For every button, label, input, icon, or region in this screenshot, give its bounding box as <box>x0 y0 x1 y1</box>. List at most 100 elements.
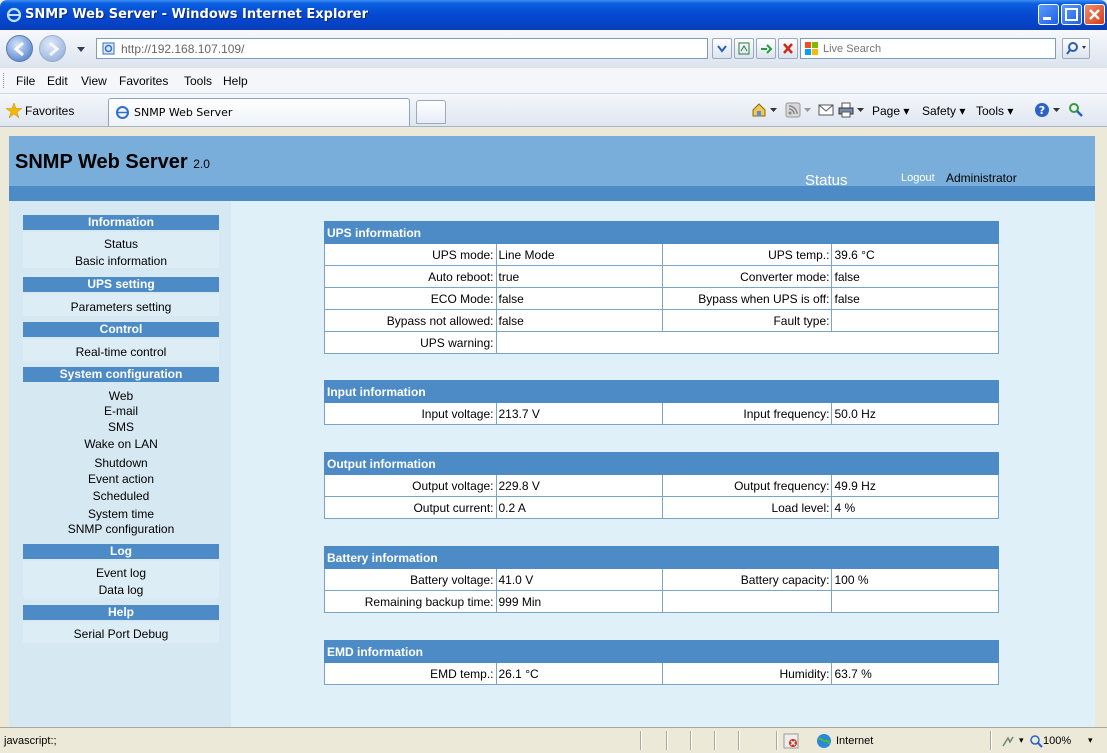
zoom-level[interactable]: 100% <box>1043 735 1071 747</box>
new-tab-button[interactable] <box>416 100 446 124</box>
address-field[interactable]: http://192.168.107.109/ <box>96 38 708 59</box>
help-icon[interactable]: ? <box>1034 102 1050 118</box>
menu-help[interactable]: Help <box>223 74 248 88</box>
emd-information-title: EMD information <box>324 640 999 663</box>
live-search-box[interactable] <box>800 38 1056 59</box>
search-icon <box>1066 42 1086 55</box>
print-dropdown-icon[interactable] <box>857 108 864 113</box>
eco-mode-value: false <box>495 287 663 310</box>
ups-temp-value: 39.6 °C <box>831 243 999 266</box>
research-icon[interactable] <box>1068 102 1084 118</box>
ups-warning-label: UPS warning: <box>324 331 497 354</box>
security-zone[interactable]: Internet <box>836 735 873 747</box>
history-dropdown-icon[interactable] <box>76 46 86 54</box>
tab-snmp-web-server[interactable]: SNMP Web Server <box>108 98 410 126</box>
compatibility-view-button[interactable] <box>734 38 754 59</box>
sidebar-item-wake-on-lan[interactable]: Wake on LAN <box>23 437 219 451</box>
print-icon[interactable] <box>838 102 854 118</box>
help-dropdown-icon[interactable] <box>1053 108 1060 113</box>
input-frequency-label: Input frequency: <box>661 402 833 425</box>
protected-mode-icon[interactable] <box>783 733 799 749</box>
emd-temp-value: 26.1 °C <box>495 662 663 685</box>
battery-capacity-label: Battery capacity: <box>661 568 833 591</box>
logout-link[interactable]: Logout <box>901 172 935 184</box>
menu-tools[interactable]: Tools <box>184 74 212 88</box>
bypass-when-off-value: false <box>831 287 999 310</box>
menu-file[interactable]: File <box>16 74 35 88</box>
chevron-down-icon <box>717 45 727 53</box>
close-button[interactable] <box>1084 4 1105 25</box>
url-text[interactable]: http://192.168.107.109/ <box>121 42 244 56</box>
sidebar-item-system-time[interactable]: System time <box>23 507 219 521</box>
input-information-title: Input information <box>324 380 999 403</box>
table-row: Input voltage: 213.7 V Input frequency: … <box>324 402 999 425</box>
sidebar-item-snmp-configuration[interactable]: SNMP configuration <box>23 522 219 536</box>
tab-status[interactable]: Status <box>805 172 848 189</box>
search-button[interactable] <box>1062 38 1090 59</box>
refresh-button[interactable] <box>756 38 776 59</box>
battery-voltage-label: Battery voltage: <box>324 568 497 591</box>
current-user: Administrator <box>946 171 1017 185</box>
battery-information-table: Battery information Battery voltage: 41.… <box>324 546 999 613</box>
page-menu-button[interactable]: Page ▾ <box>872 104 909 118</box>
sidebar-item-data-log[interactable]: Data log <box>23 583 219 597</box>
main-content: UPS information UPS mode: Line Mode UPS … <box>231 201 1095 727</box>
sidebar-item-real-time-control[interactable]: Real-time control <box>23 345 219 359</box>
sidebar-item-shutdown[interactable]: Shutdown <box>23 456 219 470</box>
table-row: Battery voltage: 41.0 V Battery capacity… <box>324 568 999 591</box>
compatibility-icon <box>738 42 750 55</box>
sidebar-item-sms[interactable]: SMS <box>23 420 219 434</box>
sidebar-item-web[interactable]: Web <box>23 389 219 403</box>
sidebar-item-event-action[interactable]: Event action <box>23 472 219 486</box>
sidebar-item-scheduled[interactable]: Scheduled <box>23 489 219 503</box>
manage-addons-icon[interactable] <box>1001 734 1017 748</box>
toolbar-grip[interactable] <box>3 73 5 88</box>
feeds-icon[interactable] <box>785 102 801 118</box>
remaining-backup-time-label: Remaining backup time: <box>324 590 497 613</box>
mail-icon[interactable] <box>818 102 834 118</box>
page-menu-label: Page <box>872 104 901 118</box>
home-icon[interactable] <box>751 102 767 118</box>
live-search-icon <box>805 42 818 55</box>
sidebar-item-parameters-setting[interactable]: Parameters setting <box>23 300 219 314</box>
stop-button[interactable] <box>778 38 798 59</box>
favorites-star-icon[interactable] <box>6 103 22 118</box>
sidebar-item-status[interactable]: Status <box>23 237 219 251</box>
zoom-icon[interactable] <box>1029 734 1043 748</box>
humidity-label: Humidity: <box>661 662 833 685</box>
favorites-button[interactable]: Favorites <box>25 104 74 118</box>
menu-edit[interactable]: Edit <box>47 74 68 88</box>
safety-menu-button[interactable]: Safety ▾ <box>922 104 965 118</box>
sidebar-item-serial-port-debug[interactable]: Serial Port Debug <box>23 627 219 641</box>
tools-menu-button[interactable]: Tools ▾ <box>976 104 1013 118</box>
auto-reboot-value: true <box>495 265 663 288</box>
status-divider <box>738 731 740 750</box>
sidebar-item-event-log[interactable]: Event log <box>23 566 219 580</box>
favorites-bar: Favorites SNMP Web Server Page ▾ Safety … <box>0 94 1107 127</box>
search-input[interactable] <box>823 40 1053 57</box>
address-dropdown-button[interactable] <box>712 38 732 59</box>
ups-information-table: UPS information UPS mode: Line Mode UPS … <box>324 221 999 354</box>
ups-mode-label: UPS mode: <box>324 243 497 266</box>
sidebar-item-email[interactable]: E-mail <box>23 404 219 418</box>
tab-label: SNMP Web Server <box>134 106 233 119</box>
minimize-button[interactable] <box>1038 4 1059 25</box>
table-row: Auto reboot: true Converter mode: false <box>324 265 999 288</box>
back-button[interactable] <box>6 35 33 62</box>
menu-view[interactable]: View <box>81 74 107 88</box>
zoom-dropdown-icon[interactable]: ▾ <box>1088 735 1093 746</box>
home-dropdown-icon[interactable] <box>770 108 777 113</box>
feeds-dropdown-icon[interactable] <box>804 108 811 113</box>
forward-button[interactable] <box>39 35 66 62</box>
ups-warning-value <box>495 331 999 354</box>
maximize-icon <box>1065 8 1078 21</box>
table-row: EMD temp.: 26.1 °C Humidity: 63.7 % <box>324 662 999 685</box>
forward-arrow-icon <box>49 41 60 57</box>
maximize-button[interactable] <box>1061 4 1082 25</box>
bypass-when-off-label: Bypass when UPS is off: <box>661 287 833 310</box>
ie-page-icon <box>116 106 129 119</box>
title-bar[interactable]: SNMP Web Server - Windows Internet Explo… <box>0 0 1107 30</box>
sidebar-item-basic-information[interactable]: Basic information <box>23 254 219 268</box>
addons-dropdown-icon[interactable]: ▾ <box>1019 735 1024 746</box>
menu-favorites[interactable]: Favorites <box>119 74 168 88</box>
